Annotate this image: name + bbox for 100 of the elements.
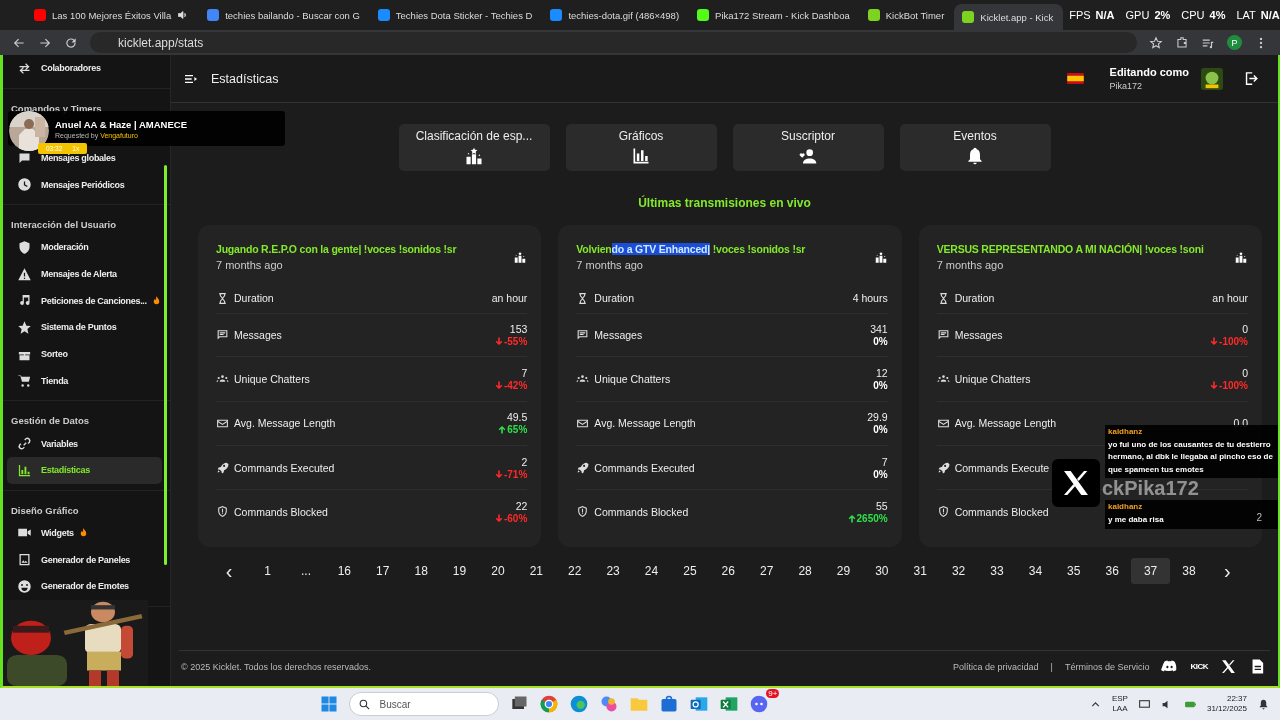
sidebar-item[interactable]: Generador de Paneles — [7, 546, 162, 573]
logout-icon[interactable] — [1243, 70, 1260, 87]
category-card[interactable]: Clasificación de esp... — [398, 124, 550, 171]
stat-value: 12 — [875, 366, 888, 379]
stream-title: VERSUS REPRESENTANDO A MI NACIÓN| !voces !soni — [936, 243, 1205, 255]
footer-link[interactable]: Política de privacidad — [953, 661, 1039, 672]
warning-icon — [17, 266, 32, 282]
stat-label: Duration — [234, 292, 274, 304]
sidebar-item[interactable]: Mensajes de Alerta — [7, 260, 162, 288]
page-button[interactable]: 17 — [363, 558, 402, 585]
windows-start-icon[interactable] — [319, 694, 340, 714]
category-card[interactable]: Suscriptor — [732, 124, 884, 171]
page-button[interactable]: 21 — [517, 558, 556, 585]
podium-icon[interactable] — [1234, 250, 1248, 264]
next-page-button[interactable]: › — [1208, 558, 1247, 585]
page-button[interactable]: 34 — [1016, 558, 1055, 585]
page-button[interactable]: ... — [286, 558, 326, 585]
page-button[interactable]: 26 — [709, 558, 748, 585]
stat-label: Unique Chatters — [954, 372, 1031, 385]
stream-time: 7 months ago — [936, 259, 1005, 271]
page-button[interactable]: 20 — [478, 558, 518, 585]
stat-value: an hour — [491, 292, 528, 304]
address-bar[interactable]: kicklet.app/stats — [90, 32, 1137, 53]
extensions-icon[interactable] — [1175, 35, 1189, 50]
page-button[interactable]: 33 — [977, 558, 1017, 585]
sidebar-item[interactable]: Mensajes Periódicos — [7, 171, 162, 199]
category-card[interactable]: Gráficos — [565, 124, 717, 171]
profile-avatar[interactable]: P — [1227, 35, 1242, 50]
bell-icon — [965, 146, 985, 166]
page-button[interactable]: 27 — [747, 558, 786, 585]
page-button[interactable]: 1 — [248, 558, 287, 585]
monitor-icon[interactable] — [1137, 697, 1151, 711]
language-indicator[interactable]: ESP LAA — [1111, 693, 1128, 715]
page-button[interactable]: 35 — [1054, 558, 1093, 585]
shield-icon — [216, 505, 229, 519]
stat-label: Avg. Message Length — [954, 417, 1057, 430]
page-button[interactable]: 22 — [555, 558, 594, 585]
star-icon[interactable] — [1149, 35, 1163, 50]
page-button[interactable]: 18 — [401, 558, 441, 585]
sidebar-item[interactable]: Estadísticas — [7, 456, 162, 484]
sidebar-item[interactable]: Colaboradores — [7, 55, 162, 82]
arrow-down-icon — [1210, 336, 1219, 346]
stat-value: 0 — [1242, 322, 1248, 335]
store-icon[interactable] — [659, 694, 680, 714]
page-button[interactable]: 29 — [824, 558, 863, 585]
x-logo-icon[interactable] — [1220, 658, 1237, 675]
browser-tab[interactable]: techies-dota.gif (486×498) — [542, 2, 690, 28]
footer-link[interactable]: Términos de Servicio — [1064, 661, 1150, 672]
edge-icon[interactable] — [569, 694, 590, 714]
page-button[interactable]: 38 — [1169, 558, 1209, 585]
tab-favicon-icon — [697, 9, 710, 21]
chrome-icon[interactable] — [539, 694, 560, 714]
sidebar-item[interactable]: Tienda — [7, 367, 162, 395]
page-button[interactable]: 24 — [632, 558, 671, 585]
page-button[interactable]: 32 — [939, 558, 978, 585]
browser-tab[interactable]: Techies Dota Sticker - Techies D — [369, 2, 543, 28]
browser-tab[interactable]: Kicklet.app - Kick — [954, 4, 1064, 30]
flag-icon[interactable] — [1066, 73, 1084, 84]
page-button[interactable]: 37 — [1131, 558, 1170, 585]
browser-tab[interactable]: Las 100 Mejores Éxitos Villa — [26, 2, 200, 28]
sidebar-item[interactable]: Widgets — [7, 519, 162, 547]
page-button[interactable]: 36 — [1093, 558, 1132, 585]
page-button[interactable]: 31 — [901, 558, 940, 585]
kick-logo[interactable]: KICK — [1190, 662, 1208, 671]
arrow-down-icon — [494, 469, 503, 479]
page-button[interactable]: 19 — [440, 558, 479, 585]
username: Pika172 — [1109, 81, 1144, 91]
arrow-down-icon — [494, 513, 503, 523]
sidebar-item[interactable]: Variables — [7, 430, 162, 457]
sidebar-item[interactable]: Generador de Emotes — [7, 572, 162, 600]
previous-page-button[interactable]: ‹ — [210, 558, 249, 585]
bell-icon[interactable] — [1257, 697, 1270, 711]
stat-label: Unique Chatters — [234, 372, 310, 385]
podium-icon[interactable] — [513, 250, 528, 264]
page-button[interactable]: 28 — [785, 558, 825, 585]
tab-favicon-icon — [867, 9, 880, 21]
stat-change: -100% — [1219, 379, 1248, 391]
taskbar-clock[interactable]: 22:37 31/12/2025 — [1206, 693, 1247, 715]
browser-tab[interactable]: Pika172 Stream - Kick Dashboa — [689, 2, 860, 28]
browser-tab[interactable]: KickBot Timer — [859, 2, 955, 28]
sidebar-item[interactable]: Moderación — [7, 234, 162, 261]
taskbar-search-field[interactable]: Buscar — [349, 692, 500, 716]
category-card[interactable]: Eventos — [899, 124, 1051, 171]
page-button[interactable]: 16 — [325, 558, 364, 585]
stat-change: 65% — [507, 424, 528, 436]
outlook-icon[interactable] — [689, 694, 710, 714]
stat-label: Commands Executed — [594, 461, 695, 474]
page-button[interactable]: 25 — [670, 558, 710, 585]
separator-text: | — [1050, 661, 1053, 672]
stat-label: Messages — [234, 328, 282, 341]
podium-icon[interactable] — [873, 250, 888, 264]
sidebar-item[interactable]: Sistema de Puntos — [7, 314, 162, 341]
page-button[interactable]: 30 — [862, 558, 902, 585]
excel-icon[interactable] — [719, 694, 740, 714]
sidebar-item[interactable]: Sorteo — [7, 340, 162, 368]
reload-icon[interactable] — [64, 35, 78, 50]
sidebar-item[interactable]: Peticiones de Canciones... — [7, 287, 162, 315]
section-title: Últimas transmisiones en vivo — [637, 196, 812, 210]
browser-tab[interactable]: techies bailando - Buscar con G — [199, 2, 370, 28]
page-button[interactable]: 23 — [593, 558, 633, 585]
